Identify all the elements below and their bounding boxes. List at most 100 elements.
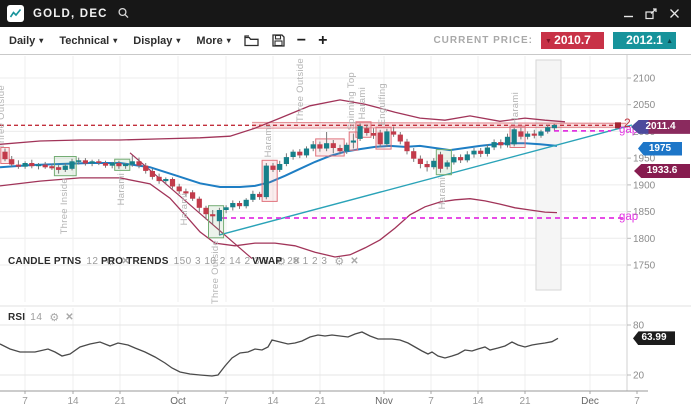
candle-body bbox=[130, 161, 135, 164]
candle-body bbox=[237, 203, 242, 206]
candle-body bbox=[525, 134, 530, 137]
candle-body bbox=[2, 152, 7, 160]
gear-icon[interactable]: ⚙ bbox=[334, 255, 344, 268]
current-bar-highlight bbox=[536, 60, 561, 290]
candle-body bbox=[331, 143, 336, 148]
candle-ptns-label: CANDLE PTNS bbox=[8, 256, 81, 267]
candle-body bbox=[311, 144, 316, 148]
candle-body bbox=[230, 203, 235, 207]
candle-body bbox=[250, 194, 255, 200]
candle-body bbox=[471, 151, 476, 155]
candle-body bbox=[532, 134, 537, 136]
pattern-label: Harami bbox=[116, 173, 127, 205]
x-tick-label: 7 bbox=[634, 396, 640, 407]
candle-body bbox=[29, 163, 34, 166]
rsi-value-tag: 63.99 bbox=[633, 331, 675, 345]
candle-body bbox=[123, 164, 128, 166]
candle-body bbox=[317, 144, 322, 148]
candle-body bbox=[277, 164, 282, 170]
gear-icon[interactable]: ⚙ bbox=[49, 311, 59, 324]
candle-body bbox=[297, 152, 302, 156]
rsi-label: RSI bbox=[8, 312, 25, 323]
candle-body bbox=[210, 214, 215, 216]
candle-body bbox=[103, 163, 108, 166]
rsi-tick-label: 80 bbox=[633, 321, 645, 332]
y-tick-label: 1750 bbox=[633, 261, 656, 272]
pattern-label: Harami bbox=[263, 125, 274, 157]
candle-body bbox=[197, 199, 202, 208]
y-tick-label: 2050 bbox=[633, 100, 656, 111]
vwap-params: 20 1 2 3 bbox=[287, 256, 327, 267]
candle-body bbox=[264, 166, 269, 198]
legend-rsi: RSI 14 ⚙ ✕ bbox=[8, 311, 74, 324]
resistance-count-label: 2 bbox=[624, 116, 631, 130]
candle-body bbox=[431, 161, 436, 167]
gap-label: gap bbox=[619, 211, 638, 223]
candle-body bbox=[49, 166, 54, 168]
rsi-tick-label: 20 bbox=[633, 371, 645, 382]
candle-body bbox=[552, 125, 557, 128]
candle-body bbox=[445, 162, 450, 166]
pattern-label: Three Inside bbox=[59, 178, 70, 234]
candle-body bbox=[458, 157, 463, 160]
candle-body bbox=[177, 187, 182, 192]
price-tag: 1975 bbox=[638, 142, 682, 156]
candle-body bbox=[257, 194, 262, 197]
x-tick-label: 21 bbox=[114, 396, 126, 407]
x-tick-label: 14 bbox=[472, 396, 484, 407]
candle-body bbox=[224, 207, 229, 210]
candle-body bbox=[23, 163, 28, 167]
candle-body bbox=[538, 131, 543, 135]
candle-body bbox=[425, 164, 430, 167]
candle-body bbox=[498, 142, 503, 145]
candle-body bbox=[56, 167, 61, 170]
candle-body bbox=[465, 154, 470, 160]
candle-body bbox=[116, 163, 121, 166]
candle-body bbox=[304, 149, 309, 156]
candle-body bbox=[512, 129, 517, 144]
y-tick-label: 1800 bbox=[633, 234, 656, 245]
y-tick-label: 1900 bbox=[633, 180, 656, 191]
remove-indicator-icon[interactable]: ✕ bbox=[65, 312, 73, 323]
candle-body bbox=[217, 210, 222, 221]
candle-body bbox=[43, 165, 48, 168]
pattern-label: Harami bbox=[357, 87, 368, 119]
pattern-label: Harami bbox=[510, 92, 521, 124]
rsi-line bbox=[0, 332, 558, 376]
candle-body bbox=[344, 145, 349, 151]
main-chart[interactable]: 2100205020001950190018501800175071421Oct… bbox=[0, 0, 691, 416]
pro-trends-label: PRO TRENDS bbox=[101, 256, 169, 267]
candle-body bbox=[351, 141, 356, 143]
candle-body bbox=[110, 163, 115, 166]
x-tick-label: Oct bbox=[170, 396, 186, 407]
candle-body bbox=[492, 142, 497, 147]
candle-body bbox=[143, 166, 148, 171]
candle-body bbox=[391, 131, 396, 134]
candle-body bbox=[398, 135, 403, 142]
remove-indicator-icon[interactable]: ✕ bbox=[350, 256, 358, 267]
candle-body bbox=[324, 143, 329, 148]
candle-body bbox=[96, 161, 101, 163]
candle-body bbox=[438, 154, 443, 168]
candle-body bbox=[203, 208, 208, 214]
candle-body bbox=[418, 159, 423, 164]
candle-body bbox=[518, 131, 523, 136]
candle-body bbox=[411, 151, 416, 159]
x-tick-label: 21 bbox=[519, 396, 531, 407]
pattern-label: Three Outside bbox=[0, 85, 7, 149]
candle-body bbox=[83, 160, 88, 163]
x-tick-label: Dec bbox=[581, 396, 599, 407]
x-tick-label: 14 bbox=[67, 396, 79, 407]
candle-body bbox=[505, 137, 510, 146]
candle-body bbox=[163, 179, 168, 181]
pattern-label: Spinning Top bbox=[346, 72, 357, 130]
trading-app-window: GOLD, DEC Daily▾ Technical▾ Display▾ Mor… bbox=[0, 0, 691, 416]
candle-body bbox=[451, 157, 456, 162]
y-tick-label: 2100 bbox=[633, 74, 656, 85]
candle-ptns-params: 12 bbox=[86, 256, 98, 267]
x-tick-label: 21 bbox=[314, 396, 326, 407]
rsi-params: 14 bbox=[30, 312, 42, 323]
candle-body bbox=[9, 159, 14, 164]
candle-body bbox=[90, 161, 95, 163]
candle-body bbox=[384, 131, 389, 144]
